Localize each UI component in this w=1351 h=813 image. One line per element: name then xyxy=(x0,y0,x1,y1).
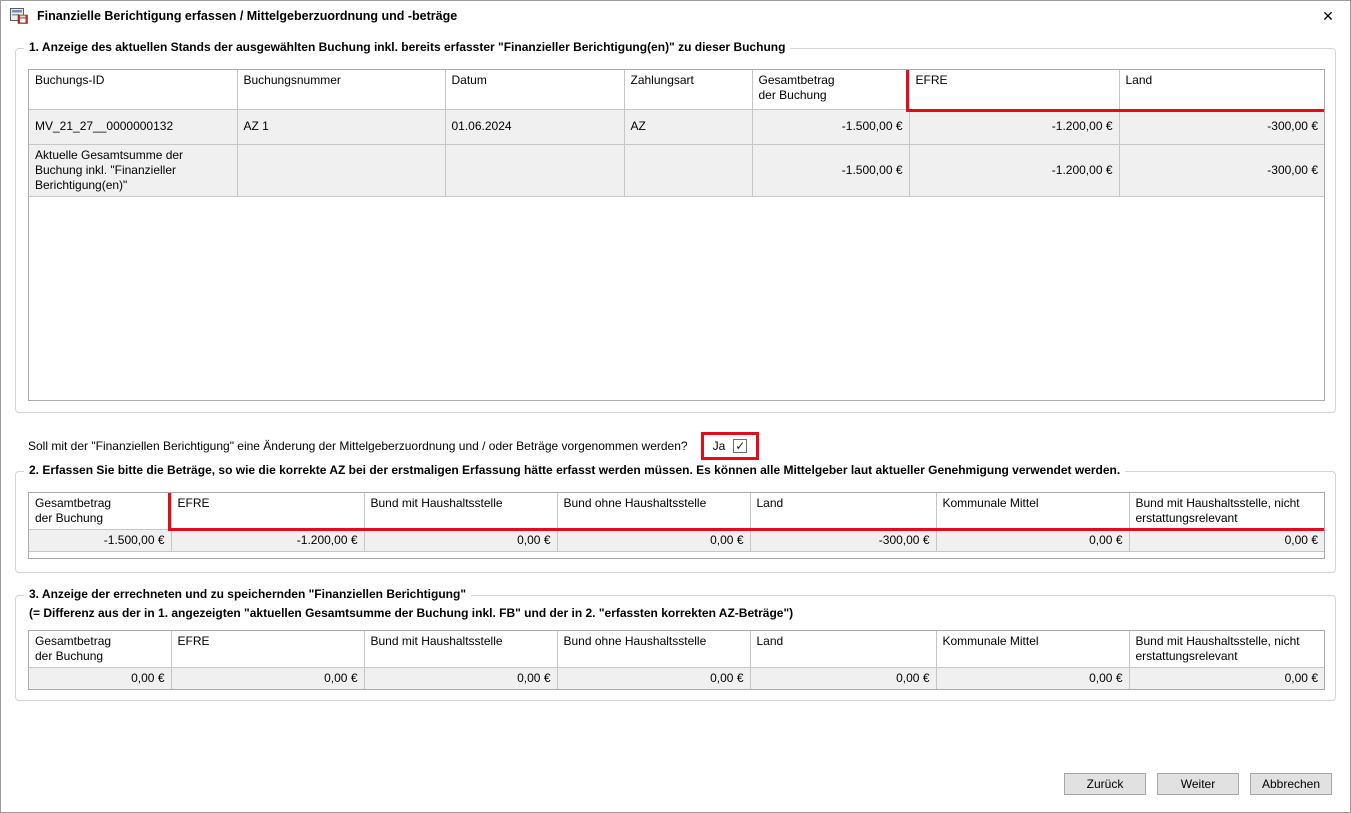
cell-total-land: -300,00 € xyxy=(1119,144,1324,196)
section2-legend: 2. Erfassen Sie bitte die Beträge, so wi… xyxy=(24,463,1125,477)
cell-buchungs-id: MV_21_27__0000000132 xyxy=(29,109,237,144)
cell-empty xyxy=(445,144,624,196)
section1-table: Buchungs-ID Buchungsnummer Datum Zahlung… xyxy=(28,69,1325,401)
col-header-bund-mit-hhs: Bund mit Haushaltsstelle xyxy=(364,493,557,530)
col-header-gesamtbetrag: Gesamtbetrag der Buchung xyxy=(29,493,171,530)
cell-gesamtbetrag: -1.500,00 € xyxy=(752,109,909,144)
dialog-window: { "window": { "title": "Finanzielle Beri… xyxy=(0,0,1351,813)
col-header-kommunale-mittel: Kommunale Mittel xyxy=(936,493,1129,530)
window-title: Finanzielle Berichtigung erfassen / Mitt… xyxy=(37,9,457,23)
total-row: Aktuelle Gesamtsumme der Buchung inkl. "… xyxy=(29,144,1324,196)
cell-total-efre: -1.200,00 € xyxy=(909,144,1119,196)
entry-efre[interactable]: -1.200,00 € xyxy=(171,530,364,552)
booking-row: MV_21_27__0000000132 AZ 1 01.06.2024 AZ … xyxy=(29,109,1324,144)
result-row: 0,00 € 0,00 € 0,00 € 0,00 € 0,00 € 0,00 … xyxy=(29,668,1324,690)
col-header-bund-ohne-hhs: Bund ohne Haushaltsstelle xyxy=(557,493,750,530)
col-header-bund-mit-hhs: Bund mit Haushaltsstelle xyxy=(364,631,557,668)
col-header-gesamtbetrag: Gesamtbetrag der Buchung xyxy=(29,631,171,668)
cell-zahlungsart: AZ xyxy=(624,109,752,144)
col-header-gesamtbetrag: Gesamtbetrag der Buchung xyxy=(752,70,909,109)
cell-total-label: Aktuelle Gesamtsumme der Buchung inkl. "… xyxy=(29,144,237,196)
ja-label: Ja xyxy=(713,439,726,453)
cell-empty xyxy=(624,144,752,196)
app-icon xyxy=(10,8,28,24)
cell-empty xyxy=(237,144,445,196)
col-header-datum: Datum xyxy=(445,70,624,109)
cell-efre: -1.200,00 € xyxy=(909,109,1119,144)
entry-bund-mit-hhs-ner[interactable]: 0,00 € xyxy=(1129,530,1324,552)
section3-legend-line2: (= Differenz aus der in 1. angezeigten "… xyxy=(29,606,793,620)
entry-row: -1.500,00 € -1.200,00 € 0,00 € 0,00 € -3… xyxy=(29,530,1324,552)
section1-groupbox: 1. Anzeige des aktuellen Stands der ausg… xyxy=(15,48,1336,413)
section3-groupbox: 3. Anzeige der errechneten und zu speich… xyxy=(15,595,1336,701)
col-header-land: Land xyxy=(750,493,936,530)
result-gesamtbetrag: 0,00 € xyxy=(29,668,171,690)
col-header-buchungsnummer: Buchungsnummer xyxy=(237,70,445,109)
col-header-bund-ohne-hhs: Bund ohne Haushaltsstelle xyxy=(557,631,750,668)
section2-table: Gesamtbetrag der Buchung EFRE Bund mit H… xyxy=(28,492,1325,559)
col-header-zahlungsart: Zahlungsart xyxy=(624,70,752,109)
section1-legend: 1. Anzeige des aktuellen Stands der ausg… xyxy=(24,40,790,54)
col-header-efre: EFRE xyxy=(171,493,364,530)
cell-datum: 01.06.2024 xyxy=(445,109,624,144)
result-kommunale-mittel: 0,00 € xyxy=(936,668,1129,690)
result-bund-ohne-hhs: 0,00 € xyxy=(557,668,750,690)
col-header-bund-mit-hhs-ner: Bund mit Haushaltsstelle, nicht erstattu… xyxy=(1129,631,1324,668)
question-row: Soll mit der "Finanziellen Berichtigung"… xyxy=(15,429,1336,463)
cell-buchungsnummer: AZ 1 xyxy=(237,109,445,144)
section2-groupbox: 2. Erfassen Sie bitte die Beträge, so wi… xyxy=(15,471,1336,573)
close-button[interactable]: ✕ xyxy=(1315,4,1341,28)
entry-kommunale-mittel[interactable]: 0,00 € xyxy=(936,530,1129,552)
col-header-land: Land xyxy=(750,631,936,668)
result-bund-mit-hhs: 0,00 € xyxy=(364,668,557,690)
col-header-efre: EFRE xyxy=(171,631,364,668)
entry-bund-ohne-hhs[interactable]: 0,00 € xyxy=(557,530,750,552)
entry-gesamtbetrag: -1.500,00 € xyxy=(29,530,171,552)
cell-land: -300,00 € xyxy=(1119,109,1324,144)
button-row: Zurück Weiter Abbrechen xyxy=(1064,773,1332,795)
title-bar: Finanzielle Berichtigung erfassen / Mitt… xyxy=(1,1,1350,31)
close-icon: ✕ xyxy=(1322,8,1334,25)
entry-bund-mit-hhs[interactable]: 0,00 € xyxy=(364,530,557,552)
result-bund-mit-hhs-ner: 0,00 € xyxy=(1129,668,1324,690)
cancel-button[interactable]: Abbrechen xyxy=(1250,773,1332,795)
next-button[interactable]: Weiter xyxy=(1157,773,1239,795)
entry-land[interactable]: -300,00 € xyxy=(750,530,936,552)
section3-table: Gesamtbetrag der Buchung EFRE Bund mit H… xyxy=(28,630,1325,690)
col-header-buchungs-id: Buchungs-ID xyxy=(29,70,237,109)
col-header-kommunale-mittel: Kommunale Mittel xyxy=(936,631,1129,668)
col-header-efre: EFRE xyxy=(909,70,1119,109)
back-button[interactable]: Zurück xyxy=(1064,773,1146,795)
checkmark-icon: ✓ xyxy=(735,440,745,452)
highlight-box-ja: Ja ✓ xyxy=(701,432,760,460)
col-header-bund-mit-hhs-ner: Bund mit Haushaltsstelle, nicht erstattu… xyxy=(1129,493,1324,530)
col-header-land: Land xyxy=(1119,70,1324,109)
result-efre: 0,00 € xyxy=(171,668,364,690)
ja-checkbox[interactable]: ✓ xyxy=(733,439,747,453)
cell-total-gesamtbetrag: -1.500,00 € xyxy=(752,144,909,196)
result-land: 0,00 € xyxy=(750,668,936,690)
section3-legend-line1: 3. Anzeige der errechneten und zu speich… xyxy=(24,587,471,601)
question-text: Soll mit der "Finanziellen Berichtigung"… xyxy=(28,439,688,453)
